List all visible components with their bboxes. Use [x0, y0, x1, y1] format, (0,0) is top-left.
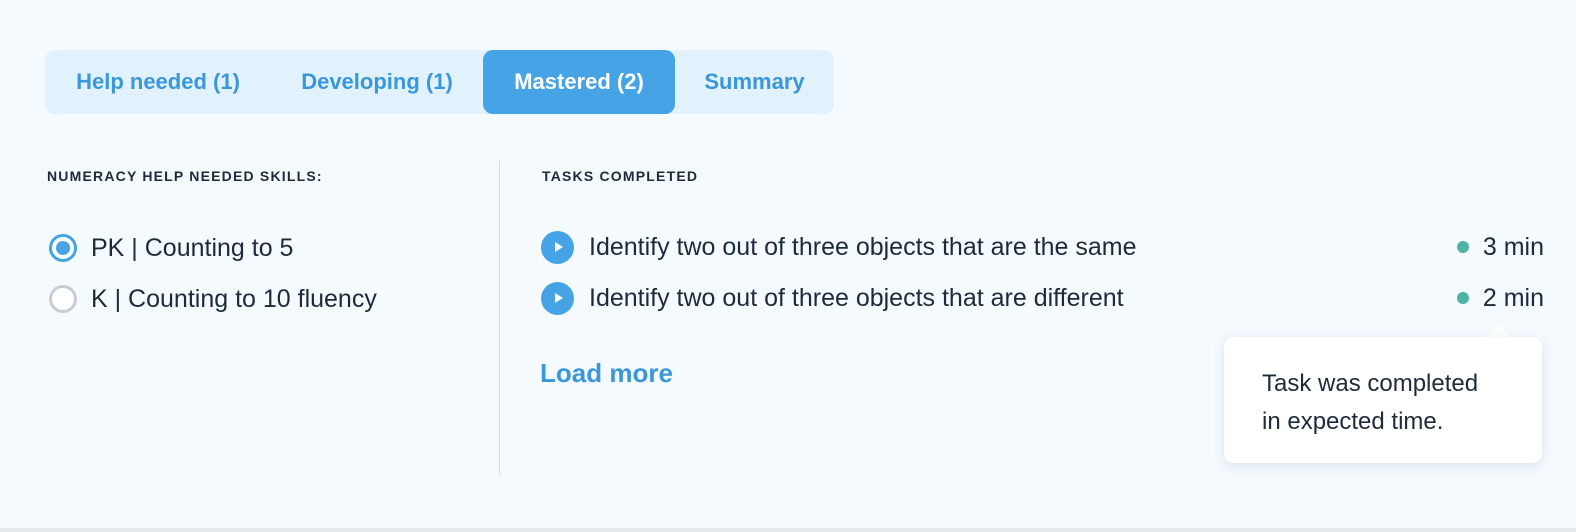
- skill-label: K | Counting to 10 fluency: [91, 284, 377, 313]
- tab-developing[interactable]: Developing (1): [271, 50, 483, 114]
- task-time[interactable]: 2 min: [1456, 283, 1544, 313]
- play-icon[interactable]: [541, 281, 574, 315]
- tab-help-needed[interactable]: Help needed (1): [45, 50, 271, 114]
- panel-divider: [499, 161, 500, 475]
- task-title: Identify two out of three objects that a…: [589, 283, 1124, 312]
- tasks-list: Identify two out of three objects that a…: [541, 227, 1544, 329]
- time-status-tooltip: Task was completed in expected time.: [1224, 337, 1542, 463]
- task-row: Identify two out of three objects that a…: [541, 278, 1544, 318]
- load-more-link[interactable]: Load more: [540, 358, 673, 389]
- tab-summary[interactable]: Summary: [675, 50, 834, 114]
- radio-selected-icon[interactable]: [49, 234, 77, 262]
- play-triangle-icon: [554, 242, 563, 252]
- tab-mastered[interactable]: Mastered (2): [483, 50, 675, 114]
- skill-option-pk-counting[interactable]: PK | Counting to 5: [49, 228, 377, 268]
- task-time[interactable]: 3 min: [1456, 232, 1544, 262]
- task-time-label: 2 min: [1482, 283, 1544, 312]
- status-dot-icon: [1456, 241, 1469, 253]
- task-time-label: 3 min: [1482, 232, 1544, 261]
- play-triangle-icon: [554, 293, 563, 303]
- task-title: Identify two out of three objects that a…: [589, 232, 1137, 261]
- skills-heading: NUMERACY HELP NEEDED SKILLS:: [47, 168, 323, 184]
- skills-list: PK | Counting to 5 K | Counting to 10 fl…: [49, 228, 377, 330]
- task-row: Identify two out of three objects that a…: [541, 227, 1544, 267]
- skill-label: PK | Counting to 5: [91, 233, 294, 262]
- tasks-heading: TASKS COMPLETED: [542, 168, 699, 184]
- play-icon[interactable]: [541, 230, 574, 264]
- status-dot-icon: [1456, 292, 1469, 304]
- tooltip-line-2: in expected time.: [1262, 408, 1444, 435]
- skill-level-tabs: Help needed (1) Developing (1) Mastered …: [45, 50, 834, 114]
- tooltip-line-1: Task was completed: [1262, 370, 1479, 397]
- skill-option-k-counting[interactable]: K | Counting to 10 fluency: [49, 279, 377, 319]
- bottom-border: [0, 528, 1576, 532]
- radio-unselected-icon[interactable]: [49, 285, 77, 313]
